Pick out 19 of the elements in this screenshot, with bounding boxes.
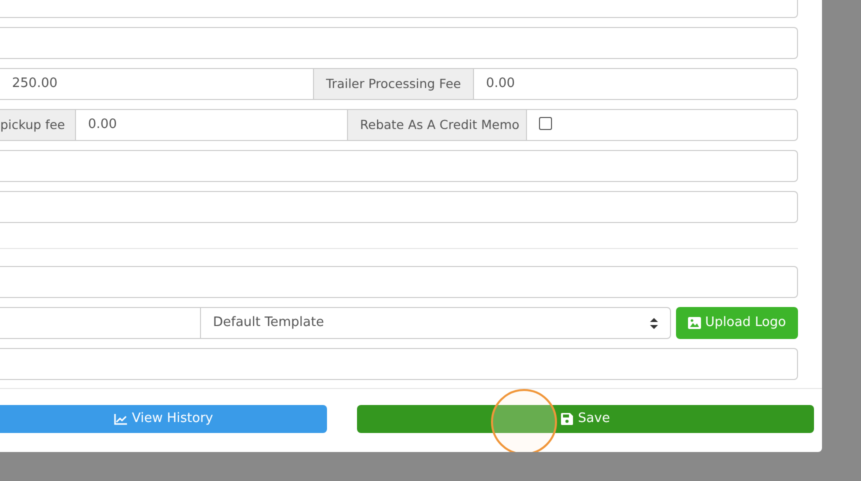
field-label: Rebate As A Credit Memo (347, 109, 527, 141)
field-label: Trailer Processing Fee (313, 68, 474, 100)
image-icon (688, 317, 702, 329)
checkbox[interactable] (539, 116, 552, 130)
input-field[interactable] (0, 150, 798, 182)
field-label: pickup fee (0, 109, 76, 141)
input-field[interactable] (0, 348, 798, 380)
save-button[interactable]: Save (357, 405, 814, 433)
select-value: Default Template (213, 314, 324, 332)
input-field[interactable] (0, 307, 201, 339)
input-field[interactable] (0, 266, 798, 298)
input-field[interactable]: 0.00 (474, 68, 798, 100)
template-select[interactable]: Default Template (200, 307, 672, 339)
line-chart-icon (114, 414, 127, 424)
input-field[interactable] (0, 27, 798, 59)
input-field[interactable] (0, 191, 798, 223)
input-field[interactable]: 0.00 (76, 109, 348, 141)
input-field[interactable]: 250.00 (0, 68, 314, 100)
updown-icon (650, 318, 658, 328)
